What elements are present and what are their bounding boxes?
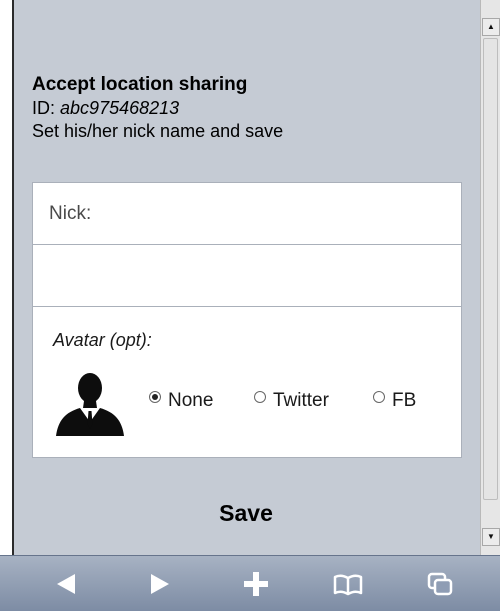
nick-label: Nick:	[49, 203, 92, 224]
save-button[interactable]: Save	[32, 500, 460, 527]
id-value: abc975468213	[60, 98, 180, 118]
nick-input[interactable]	[33, 245, 461, 306]
avatar-label: Avatar (opt):	[53, 330, 152, 350]
dialog-header: Accept location sharing ID: abc975468213…	[32, 73, 283, 143]
forward-icon	[151, 574, 169, 594]
avatar-option-twitter-label: Twitter	[273, 390, 329, 411]
back-button[interactable]	[48, 566, 84, 602]
bookmarks-icon	[333, 574, 363, 596]
page-title: Accept location sharing	[32, 74, 248, 95]
nick-input-row	[33, 245, 461, 307]
page-content: Accept location sharing ID: abc975468213…	[14, 0, 480, 555]
tabs-icon	[427, 572, 453, 596]
avatar-option-twitter[interactable]: Twitter	[254, 390, 329, 412]
scroll-up-arrow-icon[interactable]: ▲	[482, 18, 500, 36]
browser-toolbar	[0, 555, 500, 611]
tabs-button[interactable]	[422, 566, 458, 602]
avatar-option-fb[interactable]: FB	[373, 390, 416, 412]
scroll-down-arrow-icon[interactable]: ▼	[482, 528, 500, 546]
vertical-scrollbar[interactable]: ▲ ▼	[480, 0, 500, 555]
id-label: ID:	[32, 98, 56, 118]
form-panel: Nick: Avatar (opt): None Twitter FB	[32, 182, 462, 458]
forward-button[interactable]	[142, 566, 178, 602]
add-icon	[244, 572, 268, 596]
avatar-option-none[interactable]: None	[149, 390, 213, 412]
person-silhouette-icon	[56, 373, 124, 436]
radio-unchecked-icon[interactable]	[373, 391, 385, 403]
avatar-option-none-label: None	[168, 390, 214, 411]
add-bookmark-button[interactable]	[238, 566, 274, 602]
instruction-text: Set his/her nick name and save	[32, 121, 284, 141]
id-line: ID: abc975468213	[32, 97, 283, 120]
scrollbar-thumb[interactable]	[483, 38, 498, 500]
nick-label-row: Nick:	[33, 183, 461, 245]
bookmarks-button[interactable]	[330, 566, 366, 602]
back-icon	[57, 574, 75, 594]
radio-unchecked-icon[interactable]	[254, 391, 266, 403]
radio-checked-icon[interactable]	[149, 391, 161, 403]
avatar-option-fb-label: FB	[392, 390, 417, 411]
window-left-edge	[0, 0, 14, 555]
